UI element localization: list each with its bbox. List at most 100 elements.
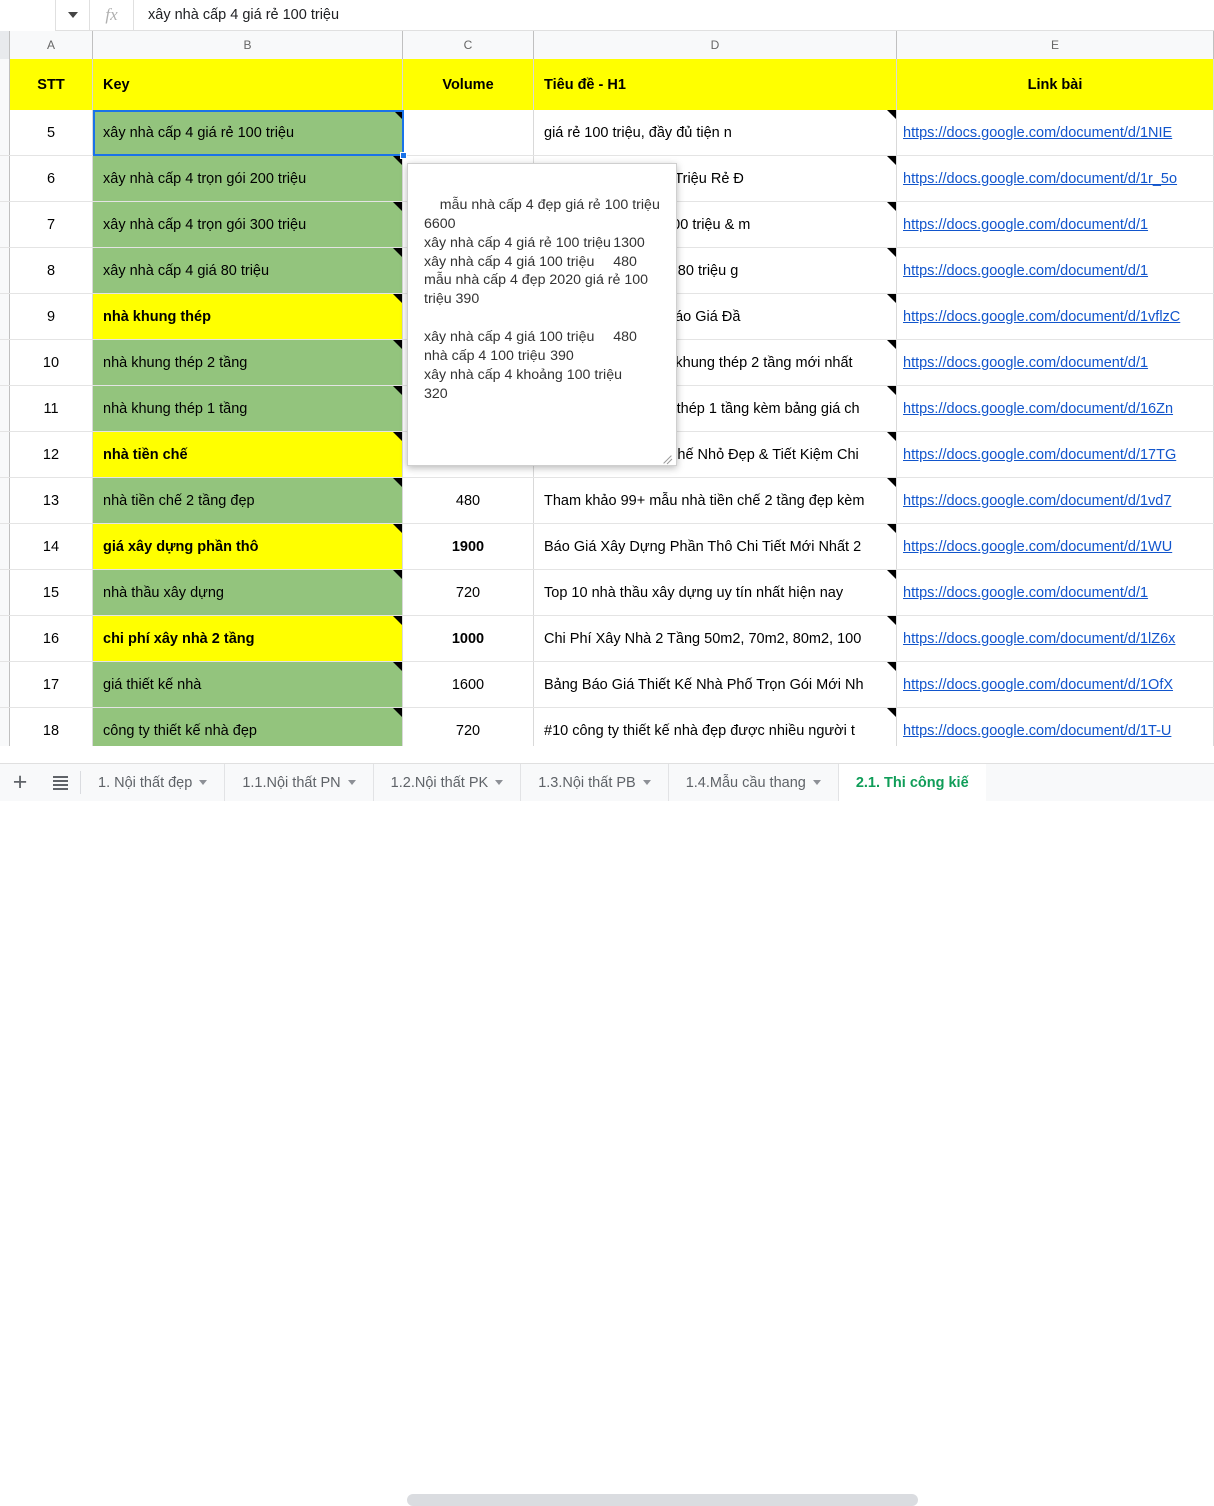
- cell-stt[interactable]: 16: [10, 616, 93, 661]
- cell-stt[interactable]: 6: [10, 156, 93, 201]
- add-sheet-button[interactable]: +: [0, 764, 40, 801]
- cell-key[interactable]: xây nhà cấp 4 giá rẻ 100 triệu: [93, 110, 403, 155]
- cell-link[interactable]: https://docs.google.com/document/d/1: [897, 248, 1214, 293]
- chevron-down-icon[interactable]: [347, 780, 356, 785]
- resize-handle-icon[interactable]: [660, 450, 673, 465]
- document-link[interactable]: https://docs.google.com/document/d/1WU: [903, 539, 1172, 555]
- spreadsheet-grid[interactable]: 5 xây nhà cấp 4 giá rẻ 100 triệu giá rẻ 10…: [0, 110, 1214, 746]
- chevron-down-icon[interactable]: [495, 780, 504, 785]
- cell-key[interactable]: xây nhà cấp 4 giá 80 triệu: [93, 248, 403, 293]
- row-header[interactable]: [0, 478, 10, 523]
- cell-link[interactable]: https://docs.google.com/document/d/1lZ6x: [897, 616, 1214, 661]
- cell-link[interactable]: https://docs.google.com/document/d/1: [897, 340, 1214, 385]
- row-header[interactable]: [0, 524, 10, 569]
- cell-stt[interactable]: 15: [10, 570, 93, 615]
- all-sheets-button[interactable]: [40, 764, 80, 801]
- cell-key[interactable]: nhà tiền chế 2 tầng đẹp: [93, 478, 403, 523]
- sheet-tab-3[interactable]: 1.2.Nội thất PK: [373, 764, 522, 801]
- sheet-tab-6[interactable]: 2.1. Thi công kiế: [838, 764, 986, 801]
- document-link[interactable]: https://docs.google.com/document/d/1: [903, 355, 1148, 371]
- header-cell-link[interactable]: Link bài: [897, 59, 1214, 110]
- fill-handle[interactable]: [400, 152, 407, 159]
- cell-title[interactable]: Bảng Báo Giá Thiết Kế Nhà Phố Trọn Gói M…: [534, 662, 897, 707]
- cell-stt[interactable]: 7: [10, 202, 93, 247]
- row-header[interactable]: [0, 570, 10, 615]
- cell-volume[interactable]: [403, 110, 534, 155]
- document-link[interactable]: https://docs.google.com/document/d/1vflz…: [903, 309, 1180, 325]
- cell-volume[interactable]: 720: [403, 708, 534, 746]
- column-header-C[interactable]: C: [403, 31, 534, 59]
- name-box[interactable]: [0, 0, 56, 31]
- row-header[interactable]: [0, 110, 10, 155]
- cell-key[interactable]: nhà khung thép 2 tầng: [93, 340, 403, 385]
- column-header-D[interactable]: D: [534, 31, 897, 59]
- cell-stt[interactable]: 12: [10, 432, 93, 477]
- header-cell-stt[interactable]: STT: [10, 59, 93, 110]
- cell-note-popup[interactable]: mẫu nhà cấp 4 đẹp giá rẻ 100 triệu 6600 …: [407, 163, 677, 466]
- cell-key[interactable]: nhà tiền chế: [93, 432, 403, 477]
- cell-volume[interactable]: 480: [403, 478, 534, 523]
- document-link[interactable]: https://docs.google.com/document/d/1NIE: [903, 125, 1172, 141]
- cell-title[interactable]: Báo Giá Xây Dựng Phần Thô Chi Tiết Mới N…: [534, 524, 897, 569]
- row-header[interactable]: [0, 708, 10, 746]
- sheet-tab-5[interactable]: 1.4.Mẫu cầu thang: [668, 764, 839, 801]
- chevron-down-icon[interactable]: [812, 780, 821, 785]
- cell-volume[interactable]: 1000: [403, 616, 534, 661]
- chevron-down-icon[interactable]: [642, 780, 651, 785]
- cell-key[interactable]: công ty thiết kế nhà đẹp: [93, 708, 403, 746]
- cell-link[interactable]: https://docs.google.com/document/d/16Zn: [897, 386, 1214, 431]
- cell-stt[interactable]: 10: [10, 340, 93, 385]
- cell-key[interactable]: nhà thầu xây dựng: [93, 570, 403, 615]
- cell-stt[interactable]: 5: [10, 110, 93, 155]
- cell-link[interactable]: https://docs.google.com/document/d/17TG: [897, 432, 1214, 477]
- header-cell-volume[interactable]: Volume: [403, 59, 534, 110]
- cell-link[interactable]: https://docs.google.com/document/d/1WU: [897, 524, 1214, 569]
- cell-stt[interactable]: 9: [10, 294, 93, 339]
- cell-link[interactable]: https://docs.google.com/document/d/1NIE: [897, 110, 1214, 155]
- cell-link[interactable]: https://docs.google.com/document/d/1vd7: [897, 478, 1214, 523]
- cell-title[interactable]: Top 10 nhà thầu xây dựng uy tín nhất hiệ…: [534, 570, 897, 615]
- name-box-dropdown[interactable]: [56, 0, 90, 31]
- cell-stt[interactable]: 14: [10, 524, 93, 569]
- cell-key[interactable]: giá thiết kế nhà: [93, 662, 403, 707]
- formula-input[interactable]: xây nhà cấp 4 giá rẻ 100 triệu: [134, 7, 1214, 23]
- cell-volume[interactable]: 720: [403, 570, 534, 615]
- cell-key[interactable]: xây nhà cấp 4 trọn gói 300 triệu: [93, 202, 403, 247]
- row-header[interactable]: [0, 202, 10, 247]
- document-link[interactable]: https://docs.google.com/document/d/1: [903, 217, 1148, 233]
- cell-title[interactable]: giá rẻ 100 triệu, đầy đủ tiện n: [534, 110, 897, 155]
- cell-link[interactable]: https://docs.google.com/document/d/1OfX: [897, 662, 1214, 707]
- cell-link[interactable]: https://docs.google.com/document/d/1: [897, 202, 1214, 247]
- row-header[interactable]: [0, 662, 10, 707]
- document-link[interactable]: https://docs.google.com/document/d/1: [903, 585, 1148, 601]
- cell-title[interactable]: Tham khảo 99+ mẫu nhà tiền chế 2 tầng đẹ…: [534, 478, 897, 523]
- cell-key[interactable]: nhà khung thép: [93, 294, 403, 339]
- horizontal-scrollbar-thumb[interactable]: [407, 1494, 918, 1506]
- row-header[interactable]: [0, 386, 10, 431]
- cell-key[interactable]: chi phí xây nhà 2 tầng: [93, 616, 403, 661]
- cell-title[interactable]: #10 công ty thiết kế nhà đẹp được nhiều …: [534, 708, 897, 746]
- cell-stt[interactable]: 8: [10, 248, 93, 293]
- row-header[interactable]: [0, 616, 10, 661]
- document-link[interactable]: https://docs.google.com/document/d/1lZ6x: [903, 631, 1175, 647]
- document-link[interactable]: https://docs.google.com/document/d/1vd7: [903, 493, 1171, 509]
- row-header[interactable]: [0, 294, 10, 339]
- cell-link[interactable]: https://docs.google.com/document/d/1vflz…: [897, 294, 1214, 339]
- cell-key[interactable]: giá xây dựng phần thô: [93, 524, 403, 569]
- cell-link[interactable]: https://docs.google.com/document/d/1r_5o: [897, 156, 1214, 201]
- cell-title[interactable]: Chi Phí Xây Nhà 2 Tầng 50m2, 70m2, 80m2,…: [534, 616, 897, 661]
- cell-link[interactable]: https://docs.google.com/document/d/1T-U: [897, 708, 1214, 746]
- cell-stt[interactable]: 17: [10, 662, 93, 707]
- sheet-tab-2[interactable]: 1.1.Nội thất PN: [225, 764, 374, 801]
- chevron-down-icon[interactable]: [199, 780, 208, 785]
- column-header-E[interactable]: E: [897, 31, 1214, 59]
- horizontal-scrollbar-track[interactable]: [0, 746, 1214, 1506]
- document-link[interactable]: https://docs.google.com/document/d/1: [903, 263, 1148, 279]
- sheet-tab-4[interactable]: 1.3.Nội thất PB: [521, 764, 669, 801]
- header-cell-title[interactable]: Tiêu đề - H1: [534, 59, 897, 110]
- document-link[interactable]: https://docs.google.com/document/d/1r_5o: [903, 171, 1177, 187]
- row-header[interactable]: [0, 156, 10, 201]
- row-header[interactable]: [0, 340, 10, 385]
- row-header[interactable]: [0, 248, 10, 293]
- cell-stt[interactable]: 18: [10, 708, 93, 746]
